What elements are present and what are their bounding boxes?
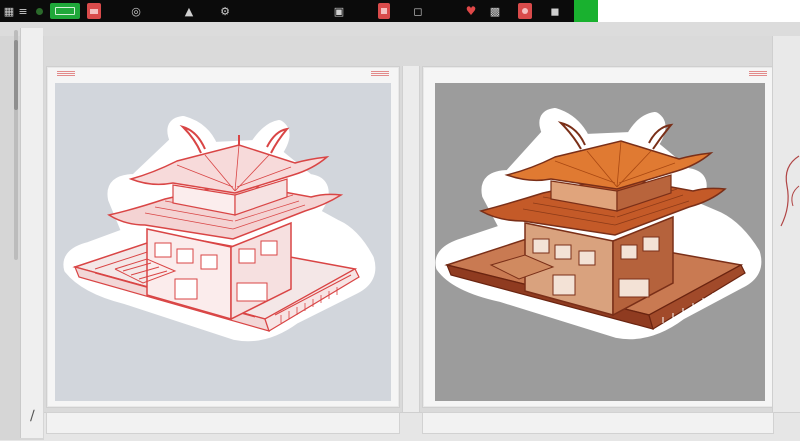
gamepad-icon[interactable]: ◎ [128,3,144,19]
plus-icon[interactable]: ◻ [412,3,424,19]
panel-divider[interactable] [402,66,420,412]
pagoda-image-left [55,83,391,401]
top-toolbar: ▦ ≡ ◎ ▲ ⚙ ▣ ◻ ♥ ▩ ◼ [0,0,800,22]
paint-icon[interactable]: ≡ [16,3,30,19]
side-sketch-mark [780,155,800,227]
record-red-icon[interactable] [518,3,532,19]
left-scrollbar-thumb[interactable] [14,40,18,110]
lock-icon[interactable]: ◼ [548,3,562,19]
right-sidebar [772,36,800,440]
image-panel-right[interactable] [422,66,774,408]
toolbar-blank-area [598,0,800,22]
panel-header-mark [57,71,75,77]
panel-header-mark [749,71,767,77]
panel-header-mark [371,71,389,77]
fullscreen-icon[interactable]: ▣ [334,3,344,19]
grid-icon[interactable]: ▦ [2,3,16,19]
layers-icon[interactable] [378,3,390,19]
secondary-toolbar [0,22,800,37]
pin-icon[interactable]: ▲ [182,3,196,19]
display-icon[interactable]: ▩ [488,3,502,19]
heart-icon[interactable]: ♥ [464,3,478,19]
orange-pagoda-illustration [435,108,762,340]
record-icon[interactable] [34,3,44,19]
pen-tool-icon[interactable]: ∕ [30,408,40,424]
bottom-panel-left [46,412,400,434]
active-indicator[interactable] [574,0,598,22]
bottom-panel-right [422,412,774,434]
image-panel-left[interactable] [46,66,400,408]
pagoda-image-right [435,83,765,401]
shield-icon[interactable]: ⚙ [218,3,232,19]
image-icon[interactable] [87,3,101,19]
left-tool-strip [20,28,43,438]
red-pagoda-illustration [63,116,376,342]
save-icon[interactable] [50,3,80,19]
